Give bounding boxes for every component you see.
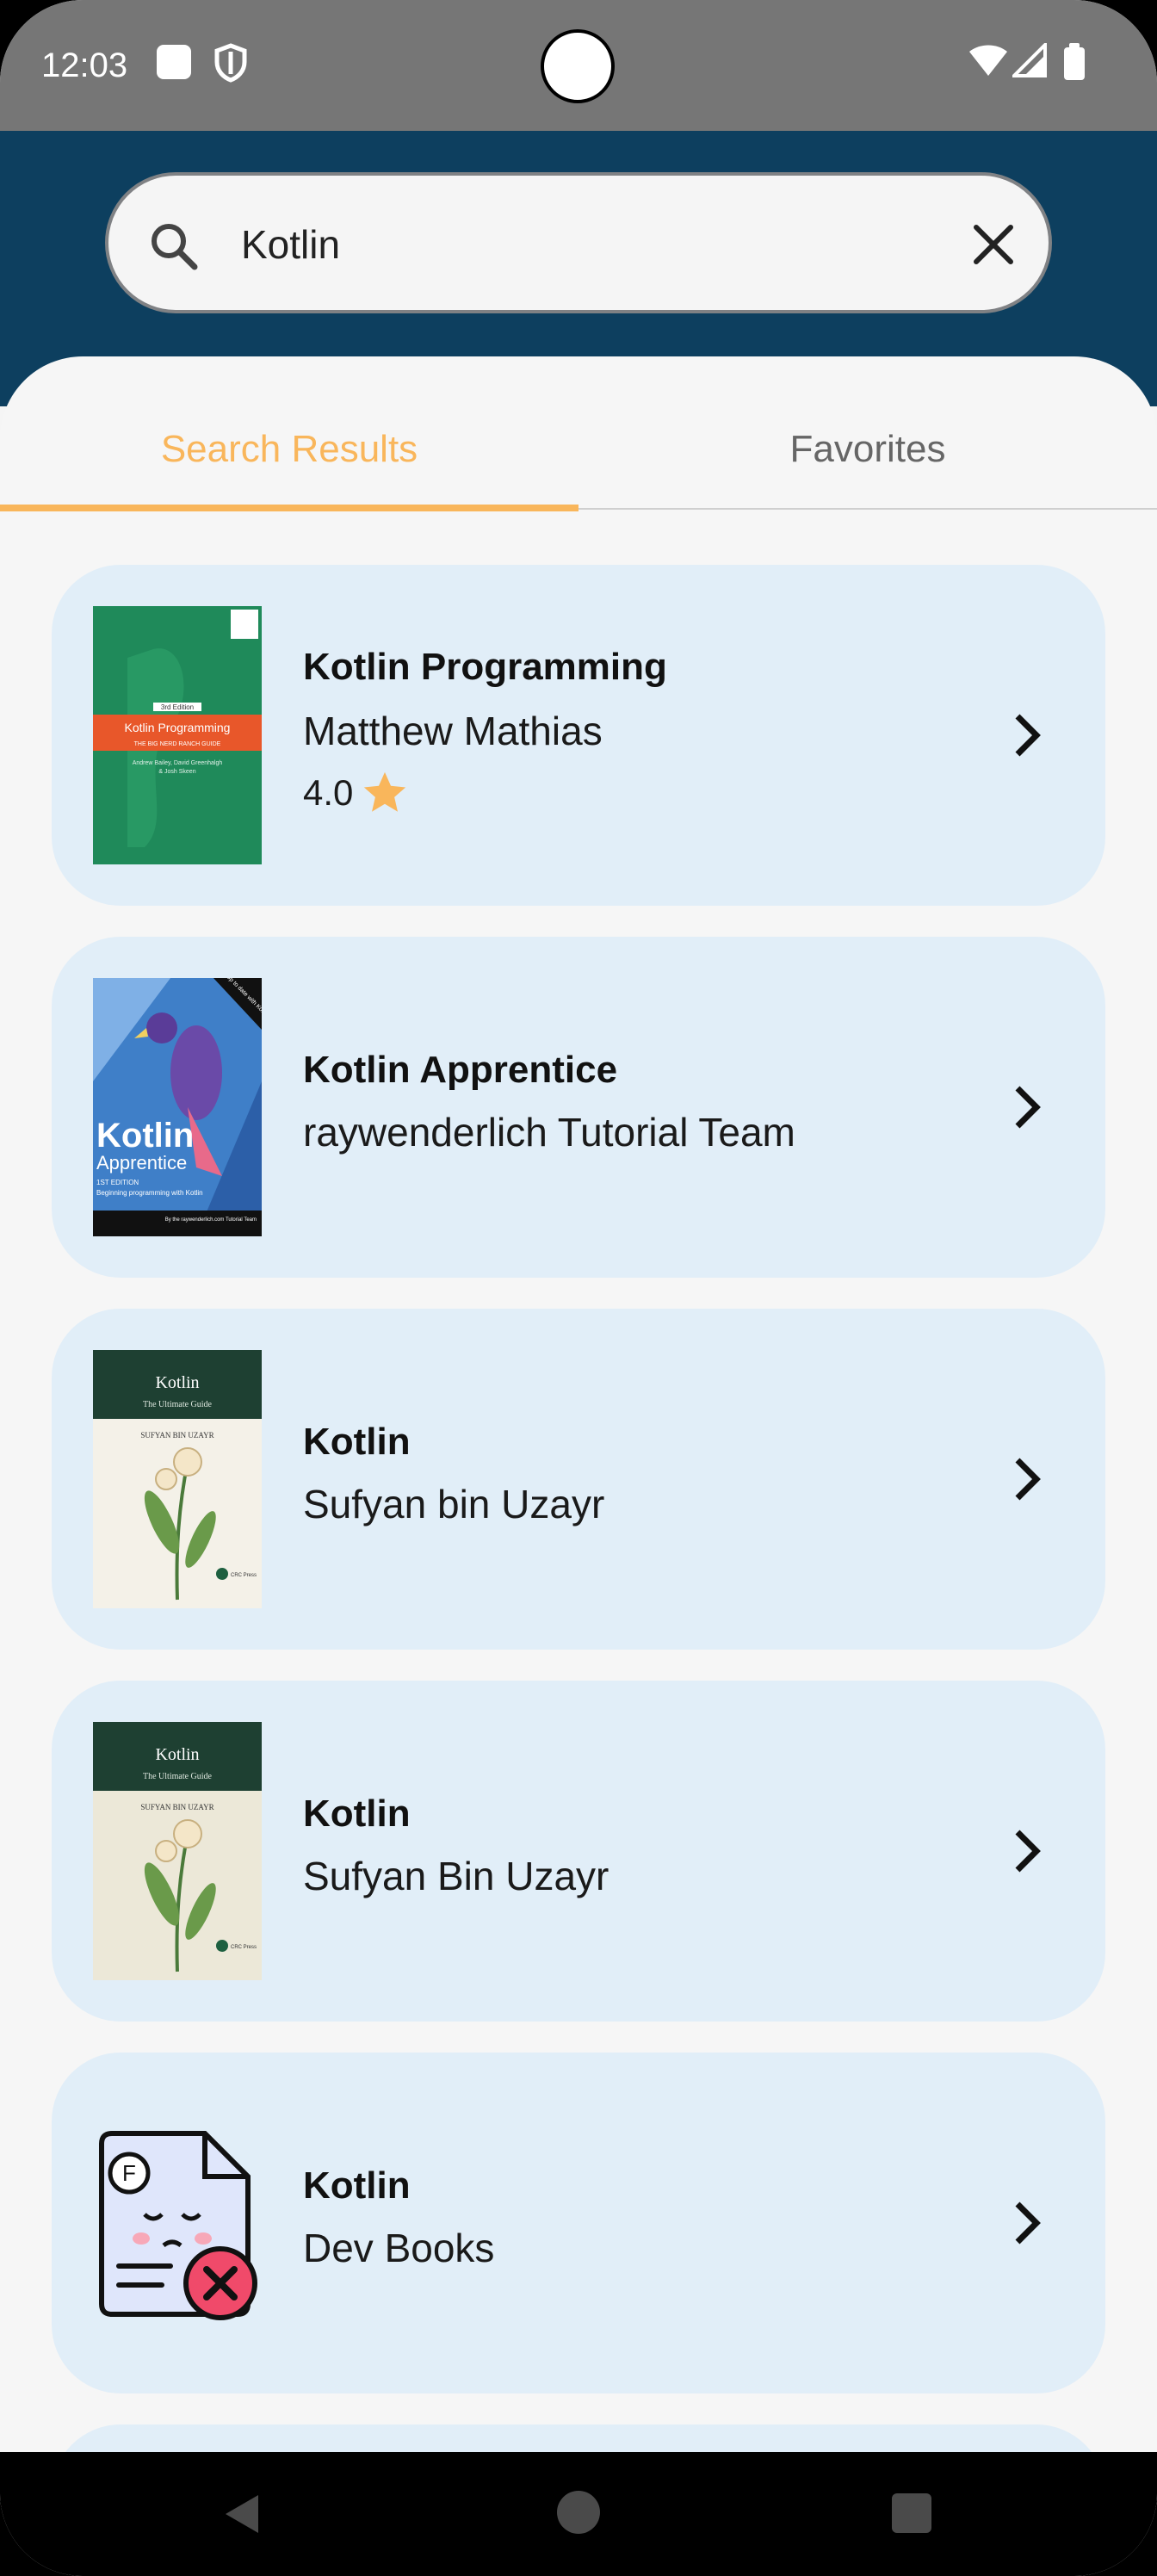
book-title: Kotlin Programming xyxy=(303,646,667,688)
book-card[interactable]: F Kotlin Dev Books xyxy=(52,2053,1105,2393)
back-icon[interactable] xyxy=(219,2490,267,2538)
book-author: Sufyan Bin Uzayr xyxy=(303,1854,609,1898)
book-author: Dev Books xyxy=(303,2226,495,2270)
chevron-right-icon[interactable] xyxy=(999,1080,1054,1135)
kotlin-programming-cover: 3rd Edition Kotlin Programming THE BIG N… xyxy=(93,606,262,864)
cover-title: Kotlin Programming xyxy=(125,721,231,734)
tab-favorites[interactable]: Favorites xyxy=(578,424,1157,475)
battery-icon xyxy=(1064,43,1085,80)
cover-authors: & Josh Skeen xyxy=(158,769,195,775)
cover-edition: 1ST EDITION xyxy=(96,1179,139,1186)
close-icon[interactable] xyxy=(969,220,1018,269)
book-author: Matthew Mathias xyxy=(303,709,603,753)
app-screen: 12:03 Kotlin Search Results Favorites 3r… xyxy=(0,0,1157,2576)
kotlin-ultimate-guide-cover: Kotlin The Ultimate Guide SUFYAN BIN UZA… xyxy=(93,1350,262,1608)
svg-text:F: F xyxy=(122,2160,136,2186)
book-author: raywenderlich Tutorial Team xyxy=(303,1110,795,1155)
signal-icon xyxy=(1012,43,1047,77)
status-bar: 12:03 xyxy=(0,0,1157,131)
active-tab-indicator xyxy=(0,505,578,511)
cover-publisher: CRC Press xyxy=(231,1945,257,1950)
kotlin-apprentice-cover: Up to date with Kotlin Kotlin Apprentice… xyxy=(93,978,262,1236)
system-nav-bar xyxy=(0,2452,1157,2576)
recents-icon[interactable] xyxy=(890,2492,933,2535)
book-card[interactable]: Up to date with Kotlin Kotlin Apprentice… xyxy=(52,937,1105,1278)
book-author: Sufyan bin Uzayr xyxy=(303,1482,605,1526)
cover-byline: By the raywenderlich.com Tutorial Team xyxy=(165,1217,257,1223)
search-input[interactable]: Kotlin xyxy=(241,219,340,270)
book-title: Kotlin xyxy=(303,2164,411,2207)
cover-author: SUFYAN BIN UZAYR xyxy=(140,1431,213,1440)
star-icon xyxy=(364,771,406,812)
cover-subtitle: The Ultimate Guide xyxy=(143,1400,213,1409)
cover-tagline: Beginning programming with Kotlin xyxy=(96,1189,203,1197)
missing-file-placeholder-icon: F xyxy=(93,2094,262,2352)
cover-subtitle: Apprentice xyxy=(96,1152,187,1173)
book-rating: 4.0 xyxy=(303,768,411,818)
cover-subtitle: The Ultimate Guide xyxy=(143,1772,213,1781)
tab-divider xyxy=(578,508,1157,510)
cover-authors: Andrew Bailey, David Greenhalgh xyxy=(133,760,223,766)
rating-value: 4.0 xyxy=(303,772,354,813)
cover-author: SUFYAN BIN UZAYR xyxy=(140,1803,213,1811)
book-title: Kotlin xyxy=(303,1421,411,1463)
shield-icon xyxy=(214,43,247,83)
cover-title: Kotlin xyxy=(155,1373,199,1392)
book-title: Kotlin xyxy=(303,1793,411,1835)
kotlin-ultimate-guide-cover: Kotlin The Ultimate Guide SUFYAN BIN UZA… xyxy=(93,1722,262,1980)
book-card[interactable]: Kotlin The Ultimate Guide SUFYAN BIN UZA… xyxy=(52,1309,1105,1650)
search-field[interactable]: Kotlin xyxy=(105,172,1052,313)
cover-title: Kotlin xyxy=(96,1117,194,1155)
cover-subtitle: THE BIG NERD RANCH GUIDE xyxy=(134,741,221,747)
status-time: 12:03 xyxy=(41,46,128,84)
chevron-right-icon[interactable] xyxy=(999,1824,1054,1879)
cover-title: Kotlin xyxy=(155,1745,199,1764)
home-icon[interactable] xyxy=(554,2488,603,2536)
tab-search-results[interactable]: Search Results xyxy=(0,424,578,475)
chevron-right-icon[interactable] xyxy=(999,2195,1054,2251)
book-title: Kotlin Apprentice xyxy=(303,1049,618,1091)
book-card[interactable]: 3rd Edition Kotlin Programming THE BIG N… xyxy=(52,565,1105,906)
tab-bar: Search Results Favorites xyxy=(0,356,1157,511)
chevron-right-icon[interactable] xyxy=(999,708,1054,763)
chevron-right-icon[interactable] xyxy=(999,1452,1054,1507)
wifi-icon xyxy=(969,45,1007,76)
search-icon xyxy=(152,224,198,270)
book-card[interactable]: Kotlin The Ultimate Guide SUFYAN BIN UZA… xyxy=(52,1681,1105,2022)
cover-edition: 3rd Edition xyxy=(161,703,194,711)
notification-square-icon xyxy=(157,45,191,79)
cover-publisher: CRC Press xyxy=(231,1573,257,1578)
front-camera xyxy=(541,29,615,103)
